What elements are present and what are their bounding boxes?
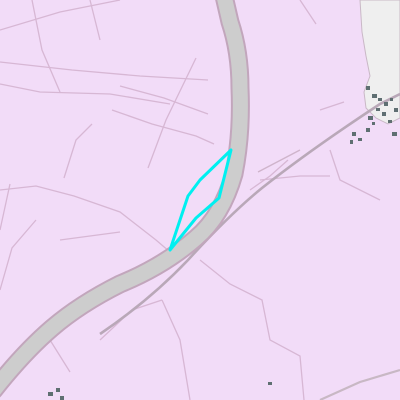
land-area bbox=[0, 0, 400, 400]
map-canvas[interactable] bbox=[0, 0, 400, 400]
map-svg bbox=[0, 0, 400, 400]
